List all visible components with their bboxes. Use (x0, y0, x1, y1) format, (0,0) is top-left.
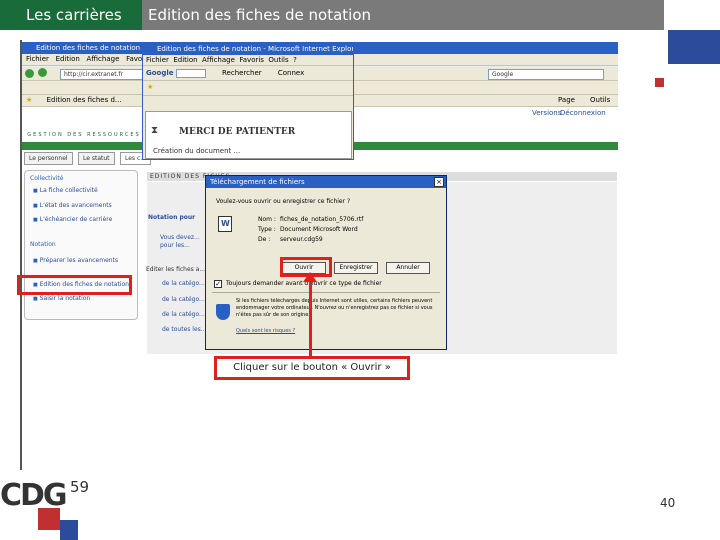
logo-block-red (38, 508, 60, 530)
bullet-link-3[interactable]: de la catégo... (162, 311, 205, 318)
cdg-logo-number: 59 (70, 478, 90, 496)
close-icon[interactable]: × (434, 177, 444, 187)
warning-text: Si les fichiers téléchargés depuis Inter… (236, 298, 433, 318)
decor-block-blue (668, 30, 720, 64)
section-notation: Notation (30, 241, 56, 248)
popup-toolbar: Google Rechercher Connex (143, 67, 353, 81)
popup-title: Edition des fiches de notation - Microso… (157, 45, 353, 53)
name-value: fiches_de_notation_5706.rtf (280, 216, 364, 223)
link-saisir-notation[interactable]: Saisir la notation (33, 295, 91, 302)
link-preparer-avancements[interactable]: Préparer les avancements (33, 257, 118, 264)
bullet-link-1[interactable]: de la catégo... (162, 280, 205, 287)
shield-icon (216, 304, 230, 320)
instruction-callout: Cliquer sur le bouton « Ouvrir » (214, 356, 410, 380)
popup-menu-outils[interactable]: Outils (268, 56, 288, 64)
type-label: Type : (258, 226, 276, 233)
page-menu[interactable]: Page (558, 96, 575, 104)
google-search-input[interactable] (175, 68, 206, 78)
link-versions[interactable]: Versions (532, 109, 561, 117)
highlight-edition-link (17, 275, 132, 295)
main-line-2: pour les... (160, 242, 190, 249)
arrow-shaft (309, 276, 312, 356)
from-value: serveur.cdg59 (280, 236, 323, 243)
link-deconnexion[interactable]: Déconnexion (560, 109, 606, 117)
screenshot: Edition des fiches de notation - Microso… (22, 42, 618, 354)
connect-button[interactable]: Connex (278, 69, 304, 77)
back-icon[interactable] (25, 69, 34, 78)
decor-block-red (655, 78, 664, 87)
merci-message: MERCI DE PATIENTER (179, 127, 296, 137)
bullet-link-4[interactable]: de toutes les... (162, 326, 207, 333)
name-label: Nom : (258, 216, 276, 223)
search-input[interactable]: Google (488, 69, 604, 80)
status-text: Création du document ... (153, 147, 241, 155)
menu-item-fichier[interactable]: Fichier (26, 55, 49, 63)
link-fiche-collectivite[interactable]: La fiche collectivité (33, 187, 98, 194)
type-value: Document Microsoft Word (280, 226, 358, 233)
menu-item-affichage[interactable]: Affichage (87, 55, 120, 63)
site-subtitle: GESTION DES RESSOURCES (27, 132, 141, 138)
tab-statut[interactable]: Le statut (78, 152, 115, 165)
from-label: De : (258, 236, 271, 243)
cancel-button[interactable]: Annuler (386, 262, 430, 274)
forward-icon[interactable] (38, 68, 48, 77)
popup-menu-affichage[interactable]: Affichage (202, 56, 235, 64)
dialog-separator (212, 292, 440, 293)
popup-menu-help[interactable]: ? (293, 56, 297, 64)
notation-pour: Notation pour (148, 214, 196, 221)
always-ask-checkbox[interactable]: ✓ (214, 280, 222, 288)
popup-window: Edition des fiches de notation - Microso… (142, 42, 354, 160)
save-button[interactable]: Enregistrer (334, 262, 378, 274)
popup-menu-fichier[interactable]: Fichier (146, 56, 169, 64)
popup-menubar: Fichier Edition Affichage Favoris Outils… (143, 55, 353, 66)
star-icon[interactable]: ★ (26, 96, 32, 104)
popup-menu-favoris[interactable]: Favoris (239, 56, 264, 64)
dialog-title: Téléchargement de fichiers (206, 176, 446, 188)
editer-label: Editer les fiches a... (146, 266, 206, 273)
rechercher-button[interactable]: Rechercher (222, 69, 262, 77)
dialog-question: Voulez-vous ouvrir ou enregistrer ce fic… (216, 198, 351, 205)
section-collectivite: Collectivité (30, 175, 64, 182)
tab-personnel[interactable]: Le personnel (24, 152, 73, 165)
logo-block-blue (60, 520, 78, 540)
browser-tab[interactable]: Edition des fiches d... (47, 96, 122, 104)
section-title: Les carrières (0, 0, 142, 30)
hourglass-icon: ⧗ (151, 125, 159, 136)
main-line-1: Vous devez... (160, 234, 200, 241)
google-label: Google (146, 69, 174, 77)
page-number: 40 (660, 496, 676, 510)
bullet-link-2[interactable]: de la catégo... (162, 296, 205, 303)
link-echeancier[interactable]: L'échéancier de carrière (33, 216, 113, 223)
word-document-icon (218, 216, 232, 232)
tools-menu[interactable]: Outils (590, 96, 610, 104)
page-title: Edition des fiches de notation (142, 0, 664, 30)
popup-menu-edition[interactable]: Edition (173, 56, 197, 64)
risks-link[interactable]: Quels sont les risques ? (236, 328, 295, 334)
star-icon[interactable]: ★ (147, 83, 153, 91)
popup-navbar: ★ (143, 82, 353, 96)
menu-item-edition[interactable]: Edition (56, 55, 80, 63)
popup-titlebar: Edition des fiches de notation - Microso… (143, 43, 353, 55)
link-etat-avancements[interactable]: L'état des avancements (33, 202, 112, 209)
left-panel: Collectivité La fiche collectivité L'éta… (24, 170, 138, 320)
